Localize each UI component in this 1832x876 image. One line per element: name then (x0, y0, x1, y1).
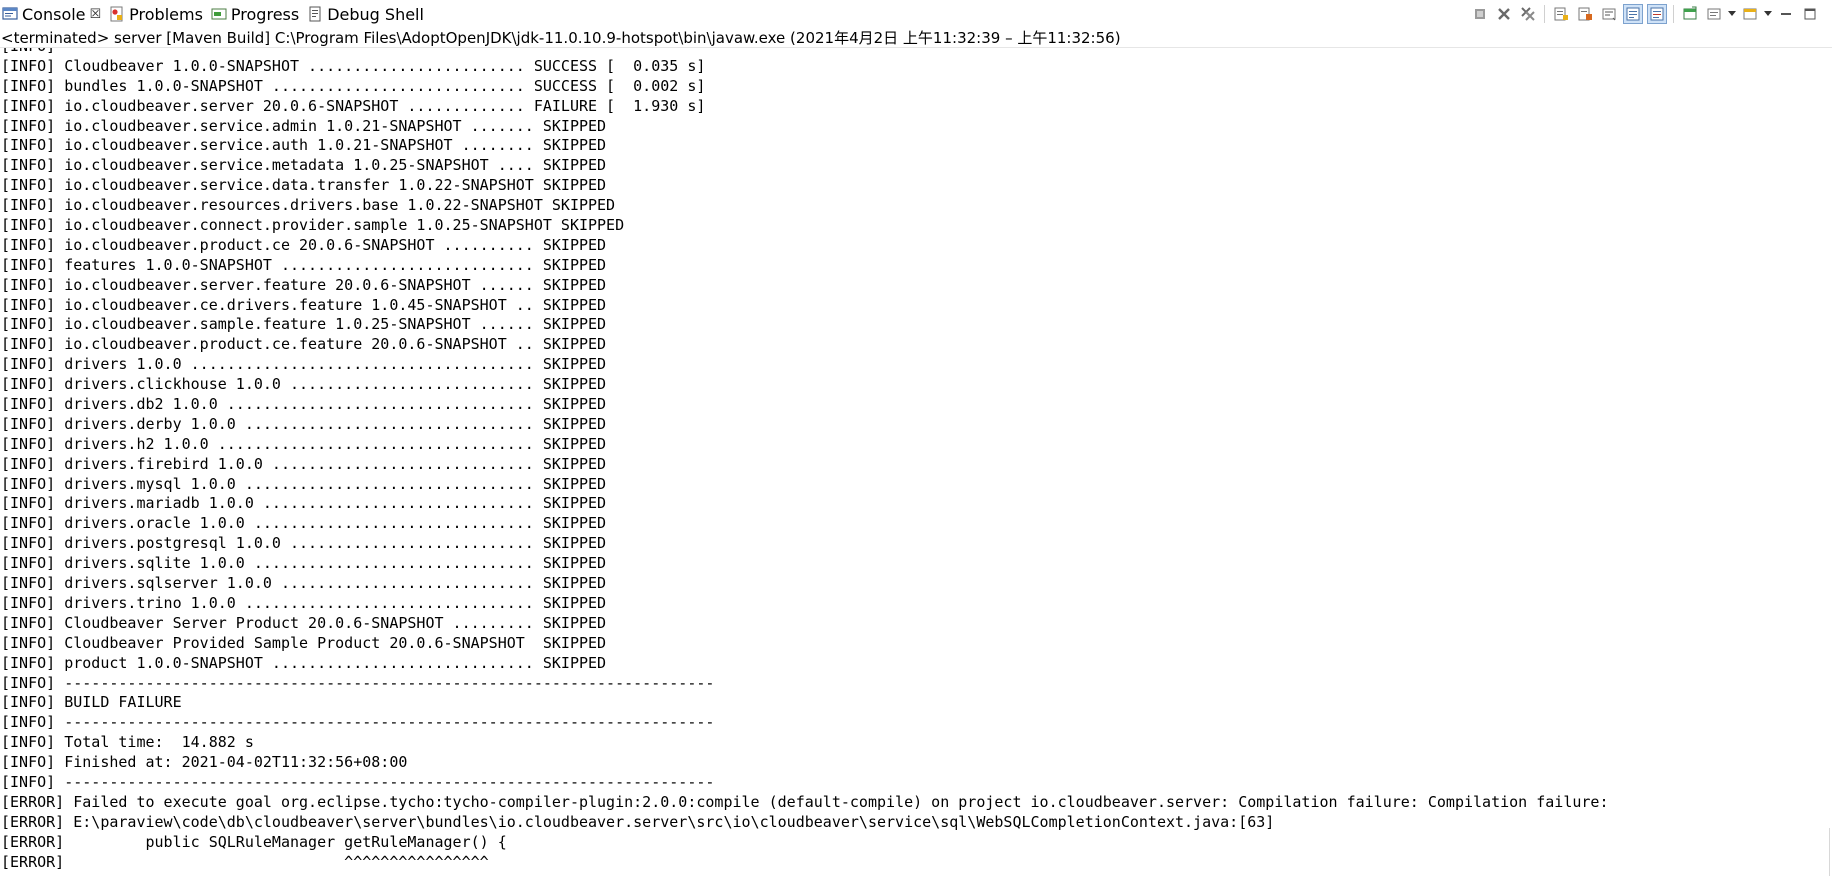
new-console-icon[interactable] (1704, 4, 1724, 24)
console-line: [INFO] io.cloudbeaver.product.ce.feature… (1, 335, 607, 354)
debug-shell-icon (307, 6, 323, 22)
console-line: [INFO] io.cloudbeaver.resources.drivers.… (1, 196, 616, 215)
console-line: [ERROR] Failed to execute goal org.eclip… (1, 792, 1609, 811)
console-view: Console ☒ Problems Progress Debug Shell … (0, 0, 1832, 876)
console-line: [INFO] io.cloudbeaver.service.data.trans… (1, 176, 607, 195)
problems-icon (109, 6, 125, 22)
close-icon[interactable]: ☒ (90, 7, 102, 22)
console-line: [INFO] drivers.mysql 1.0.0 .............… (1, 474, 607, 493)
pin-console-icon[interactable] (1575, 4, 1595, 24)
console-line: [INFO] io.cloudbeaver.sample.feature 1.0… (1, 315, 607, 334)
console-line: [INFO] drivers.clickhouse 1.0.0 ........… (1, 375, 607, 394)
console-line: [INFO] drivers.h2 1.0.0 ................… (1, 434, 607, 453)
console-toolbar (1470, 2, 1820, 26)
tab-debug-shell[interactable]: Debug Shell (305, 0, 430, 28)
console-line: [INFO] io.cloudbeaver.ce.drivers.feature… (1, 295, 607, 314)
console-line: [INFO] drivers.firebird 1.0.0 ..........… (1, 454, 607, 473)
scroll-lock-icon[interactable] (1623, 4, 1643, 24)
maximize-icon[interactable] (1800, 4, 1820, 24)
console-line: [INFO] drivers.trino 1.0.0 .............… (1, 593, 607, 612)
console-line: [INFO] Cloudbeaver Provided Sample Produ… (1, 633, 607, 652)
console-lines: [INFO][INFO] Cloudbeaver 1.0.0-SNAPSHOT … (1, 48, 1608, 872)
console-line: [INFO] drivers.oracle 1.0.0 ............… (1, 514, 607, 533)
tab-problems-label: Problems (129, 4, 203, 24)
tab-console-label: Console (22, 4, 86, 24)
console-line: [INFO] drivers.mariadb 1.0.0 ...........… (1, 494, 607, 513)
console-line: [INFO] io.cloudbeaver.product.ce 20.0.6-… (1, 235, 607, 254)
view-menu-icon[interactable] (1740, 4, 1760, 24)
console-line: [INFO] Total time: 14.882 s (1, 733, 254, 752)
view-tab-bar: Console ☒ Problems Progress Debug Shell (0, 0, 1832, 28)
console-line: [INFO] features 1.0.0-SNAPSHOT .........… (1, 255, 607, 274)
console-line: [INFO] io.cloudbeaver.server.feature 20.… (1, 275, 607, 294)
progress-icon (211, 6, 227, 22)
word-wrap-icon[interactable] (1599, 4, 1619, 24)
chevron-down-icon[interactable] (1764, 11, 1772, 17)
toolbar-separator (1673, 5, 1674, 23)
console-line: [ERROR] public SQLRuleManager getRuleMan… (1, 832, 507, 851)
terminate-icon[interactable] (1494, 4, 1514, 24)
show-console-icon[interactable] (1551, 4, 1571, 24)
console-line: [INFO] Cloudbeaver Server Product 20.0.6… (1, 613, 607, 632)
console-line: [INFO] io.cloudbeaver.service.auth 1.0.2… (1, 136, 607, 155)
tab-problems[interactable]: Problems (107, 0, 209, 28)
console-line: [INFO] Finished at: 2021-04-02T11:32:56+… (1, 753, 408, 772)
console-line: [INFO] io.cloudbeaver.service.metadata 1… (1, 156, 607, 175)
process-status-label: <terminated> server [Maven Build] C:\Pro… (0, 28, 1832, 48)
minimize-icon[interactable] (1776, 4, 1796, 24)
console-line: [INFO] drivers 1.0.0 ...................… (1, 355, 607, 374)
console-icon (2, 6, 18, 22)
console-line: [INFO] drivers.sqlite 1.0.0 ............… (1, 554, 607, 573)
console-line: [INFO] ---------------------------------… (1, 673, 715, 692)
console-line: [INFO] drivers.postgresql 1.0.0 ........… (1, 534, 607, 553)
tab-console[interactable]: Console ☒ (0, 0, 108, 28)
console-line: [INFO] product 1.0.0-SNAPSHOT ..........… (1, 653, 607, 672)
console-line: [ERROR] E:\paraview\code\db\cloudbeaver\… (1, 812, 1275, 831)
console-output[interactable]: [INFO][INFO] Cloudbeaver 1.0.0-SNAPSHOT … (0, 48, 1832, 876)
console-line: [INFO] BUILD FAILURE (1, 693, 182, 712)
toolbar-separator (1544, 5, 1545, 23)
console-line: [ERROR] ^^^^^^^^^^^^^^^^ (1, 852, 489, 871)
console-line: [INFO] io.cloudbeaver.server 20.0.6-SNAP… (1, 96, 706, 115)
console-line: [INFO] io.cloudbeaver.connect.provider.s… (1, 216, 625, 235)
remove-all-terminated-icon[interactable] (1518, 4, 1538, 24)
tab-progress[interactable]: Progress (209, 0, 305, 28)
display-selected-console-icon[interactable] (1647, 4, 1667, 24)
console-line: [INFO] ---------------------------------… (1, 772, 715, 791)
chevron-down-icon[interactable] (1728, 11, 1736, 17)
console-line: [INFO] drivers.sqlserver 1.0.0 .........… (1, 574, 607, 593)
console-line: [INFO] drivers.derby 1.0.0 .............… (1, 414, 607, 433)
console-line: [INFO] io.cloudbeaver.service.admin 1.0.… (1, 116, 607, 135)
clear-icon[interactable] (1470, 4, 1490, 24)
open-console-icon[interactable] (1680, 4, 1700, 24)
console-line: [INFO] bundles 1.0.0-SNAPSHOT ..........… (1, 76, 706, 95)
console-line: [INFO] ---------------------------------… (1, 713, 715, 732)
tab-progress-label: Progress (230, 4, 300, 24)
vertical-scrollbar[interactable] (1829, 828, 1830, 876)
console-line: [INFO] drivers.db2 1.0.0 ...............… (1, 395, 607, 414)
console-line: [INFO] (1, 48, 1608, 57)
tab-debug-shell-label: Debug Shell (327, 4, 424, 24)
console-line: [INFO] Cloudbeaver 1.0.0-SNAPSHOT ......… (1, 56, 706, 75)
